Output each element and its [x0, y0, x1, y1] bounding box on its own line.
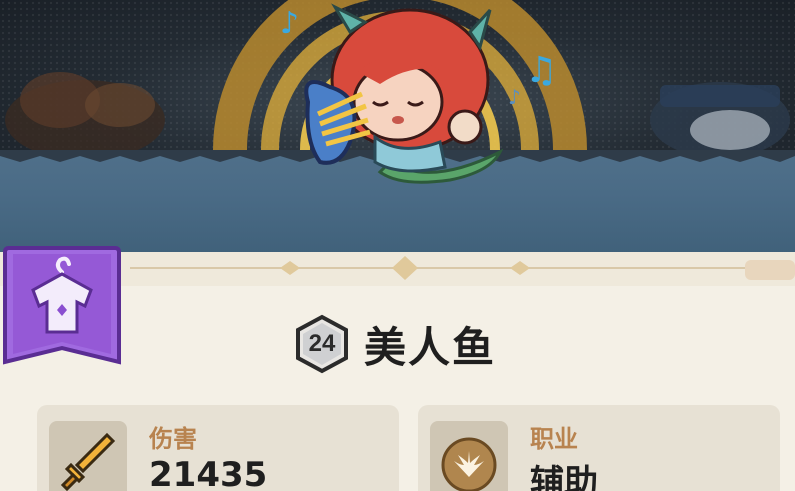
damage-value: 21435 [149, 455, 268, 491]
sword-icon [60, 432, 116, 491]
damage-label: 伤害 [149, 425, 197, 453]
mermaid-hero-portrait [304, 3, 504, 184]
hero-name-row: 24 美人鱼 [292, 314, 496, 374]
wings-emblem-icon [441, 437, 497, 491]
background-character-right [650, 82, 790, 158]
hero-name: 美人鱼 [364, 322, 497, 372]
damage-icon-box [49, 421, 127, 491]
skin-button[interactable] [3, 244, 121, 370]
music-note-icon: ♫ [525, 50, 558, 91]
role-value: 辅助 [530, 463, 598, 491]
hero-level: 24 [308, 330, 336, 357]
level-badge: 24 [292, 314, 352, 374]
role-label: 职业 [530, 425, 578, 453]
damage-stat-card: 伤害 21435 [37, 405, 399, 491]
role-icon-box [430, 421, 508, 491]
role-stat-card: 职业 辅助 [418, 405, 780, 491]
